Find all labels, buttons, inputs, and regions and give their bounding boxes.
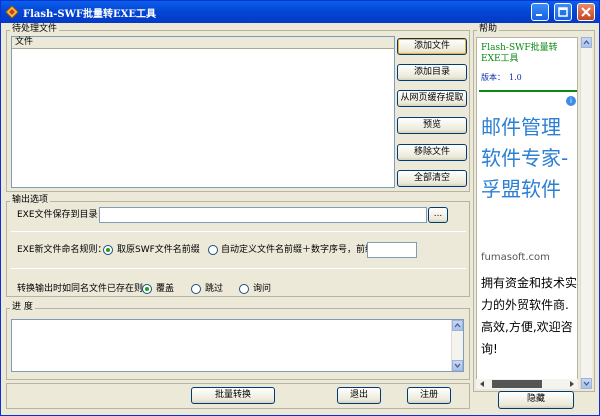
skip-radio[interactable] — [191, 284, 201, 294]
scroll-up-arrow[interactable] — [452, 320, 463, 331]
help-scroll-down-arrow[interactable] — [581, 378, 592, 389]
ad-body[interactable]: 拥有资金和技术实力的外贸软件商.高效,方便,欢迎咨询! — [481, 272, 577, 360]
separator — [11, 268, 466, 269]
hide-help-button[interactable]: 隐藏 — [498, 391, 574, 409]
minimize-icon — [536, 14, 542, 16]
naming-custom-label[interactable]: 自动定义文件名前缀＋数字序号，前缀： — [221, 245, 383, 256]
add-file-button[interactable]: 添加文件 — [397, 38, 467, 55]
help-app-title: Flash-SWF批量转EXE工具 — [481, 43, 558, 64]
scroll-down-arrow[interactable] — [452, 360, 463, 371]
save-dir-input[interactable] — [99, 207, 427, 223]
separator — [11, 231, 466, 232]
chevron-down-icon — [583, 381, 590, 387]
preview-button[interactable]: 预览 — [397, 117, 467, 134]
naming-rule-label: EXE新文件命名规则： — [17, 245, 107, 255]
extract-from-cache-button[interactable]: 从网页缓存提取 — [397, 90, 467, 107]
help-panel: Flash-SWF批量转EXE工具 版本： 1.0 i 邮件管理软件专家-孚盟软件… — [476, 37, 578, 389]
minimize-button[interactable] — [531, 3, 549, 21]
overwrite-label[interactable]: 覆盖 — [156, 284, 174, 295]
help-hscroll-thumb[interactable] — [492, 380, 542, 388]
exit-button[interactable]: 退出 — [337, 387, 381, 404]
ad-domain[interactable]: fumasoft.com — [481, 252, 550, 263]
skip-label[interactable]: 跳过 — [205, 284, 223, 295]
version-label: 版本： — [481, 73, 505, 82]
output-options-label: 输出选项 — [10, 195, 51, 205]
main-window: Flash-SWF批量转EXE工具 待处理文件 文件 添加文件 添加目录 从网页… — [0, 0, 600, 416]
register-button[interactable]: 注册 — [407, 387, 451, 404]
progress-scrollbar[interactable] — [451, 320, 463, 371]
browse-dir-button[interactable]: ... — [428, 207, 448, 223]
help-version: 版本： 1.0 — [481, 72, 522, 83]
version-value: 1.0 — [509, 73, 522, 82]
chevron-up-icon — [583, 39, 590, 45]
app-icon — [5, 5, 19, 19]
chevron-down-icon — [454, 363, 461, 369]
remove-file-button[interactable]: 移除文件 — [397, 144, 467, 161]
title-bar[interactable]: Flash-SWF批量转EXE工具 — [1, 1, 599, 23]
help-hscrollbar[interactable] — [476, 379, 578, 389]
ask-label[interactable]: 询问 — [253, 284, 271, 295]
ask-radio[interactable] — [239, 284, 249, 294]
chevron-left-icon[interactable] — [478, 380, 486, 388]
help-scroll-up-arrow[interactable] — [581, 37, 592, 48]
files-group-label: 待处理文件 — [10, 24, 60, 34]
window-title: Flash-SWF批量转EXE工具 — [23, 9, 156, 20]
exists-rule-label: 转换输出时如同名文件已存在则： — [17, 284, 153, 294]
progress-label: 进 度 — [10, 302, 35, 312]
overwrite-radio[interactable] — [142, 284, 152, 294]
help-scrollbar[interactable] — [580, 37, 592, 389]
naming-original-label[interactable]: 取原SWF文件名前缀 — [117, 245, 200, 256]
progress-log[interactable] — [11, 319, 464, 372]
save-dir-label: EXE文件保存到目录： — [17, 210, 107, 220]
help-group-label: 帮助 — [477, 24, 500, 34]
add-folder-button[interactable]: 添加目录 — [397, 64, 467, 81]
ad-headline[interactable]: 邮件管理软件专家-孚盟软件 — [481, 112, 577, 205]
prefix-input[interactable] — [367, 242, 417, 258]
close-button[interactable] — [577, 3, 595, 21]
ad-info-icon[interactable]: i — [566, 96, 576, 106]
batch-convert-button[interactable]: 批量转换 — [191, 387, 275, 404]
file-column-header[interactable]: 文件 — [12, 37, 394, 49]
chevron-up-icon — [454, 322, 461, 328]
help-divider — [479, 90, 577, 92]
close-icon — [581, 7, 591, 17]
maximize-icon — [558, 7, 568, 17]
naming-original-radio[interactable] — [103, 245, 113, 255]
file-list[interactable]: 文件 — [11, 36, 395, 188]
maximize-button[interactable] — [554, 3, 572, 21]
chevron-right-icon[interactable] — [568, 380, 576, 388]
naming-custom-radio[interactable] — [208, 245, 218, 255]
clear-all-button[interactable]: 全部清空 — [397, 170, 467, 187]
